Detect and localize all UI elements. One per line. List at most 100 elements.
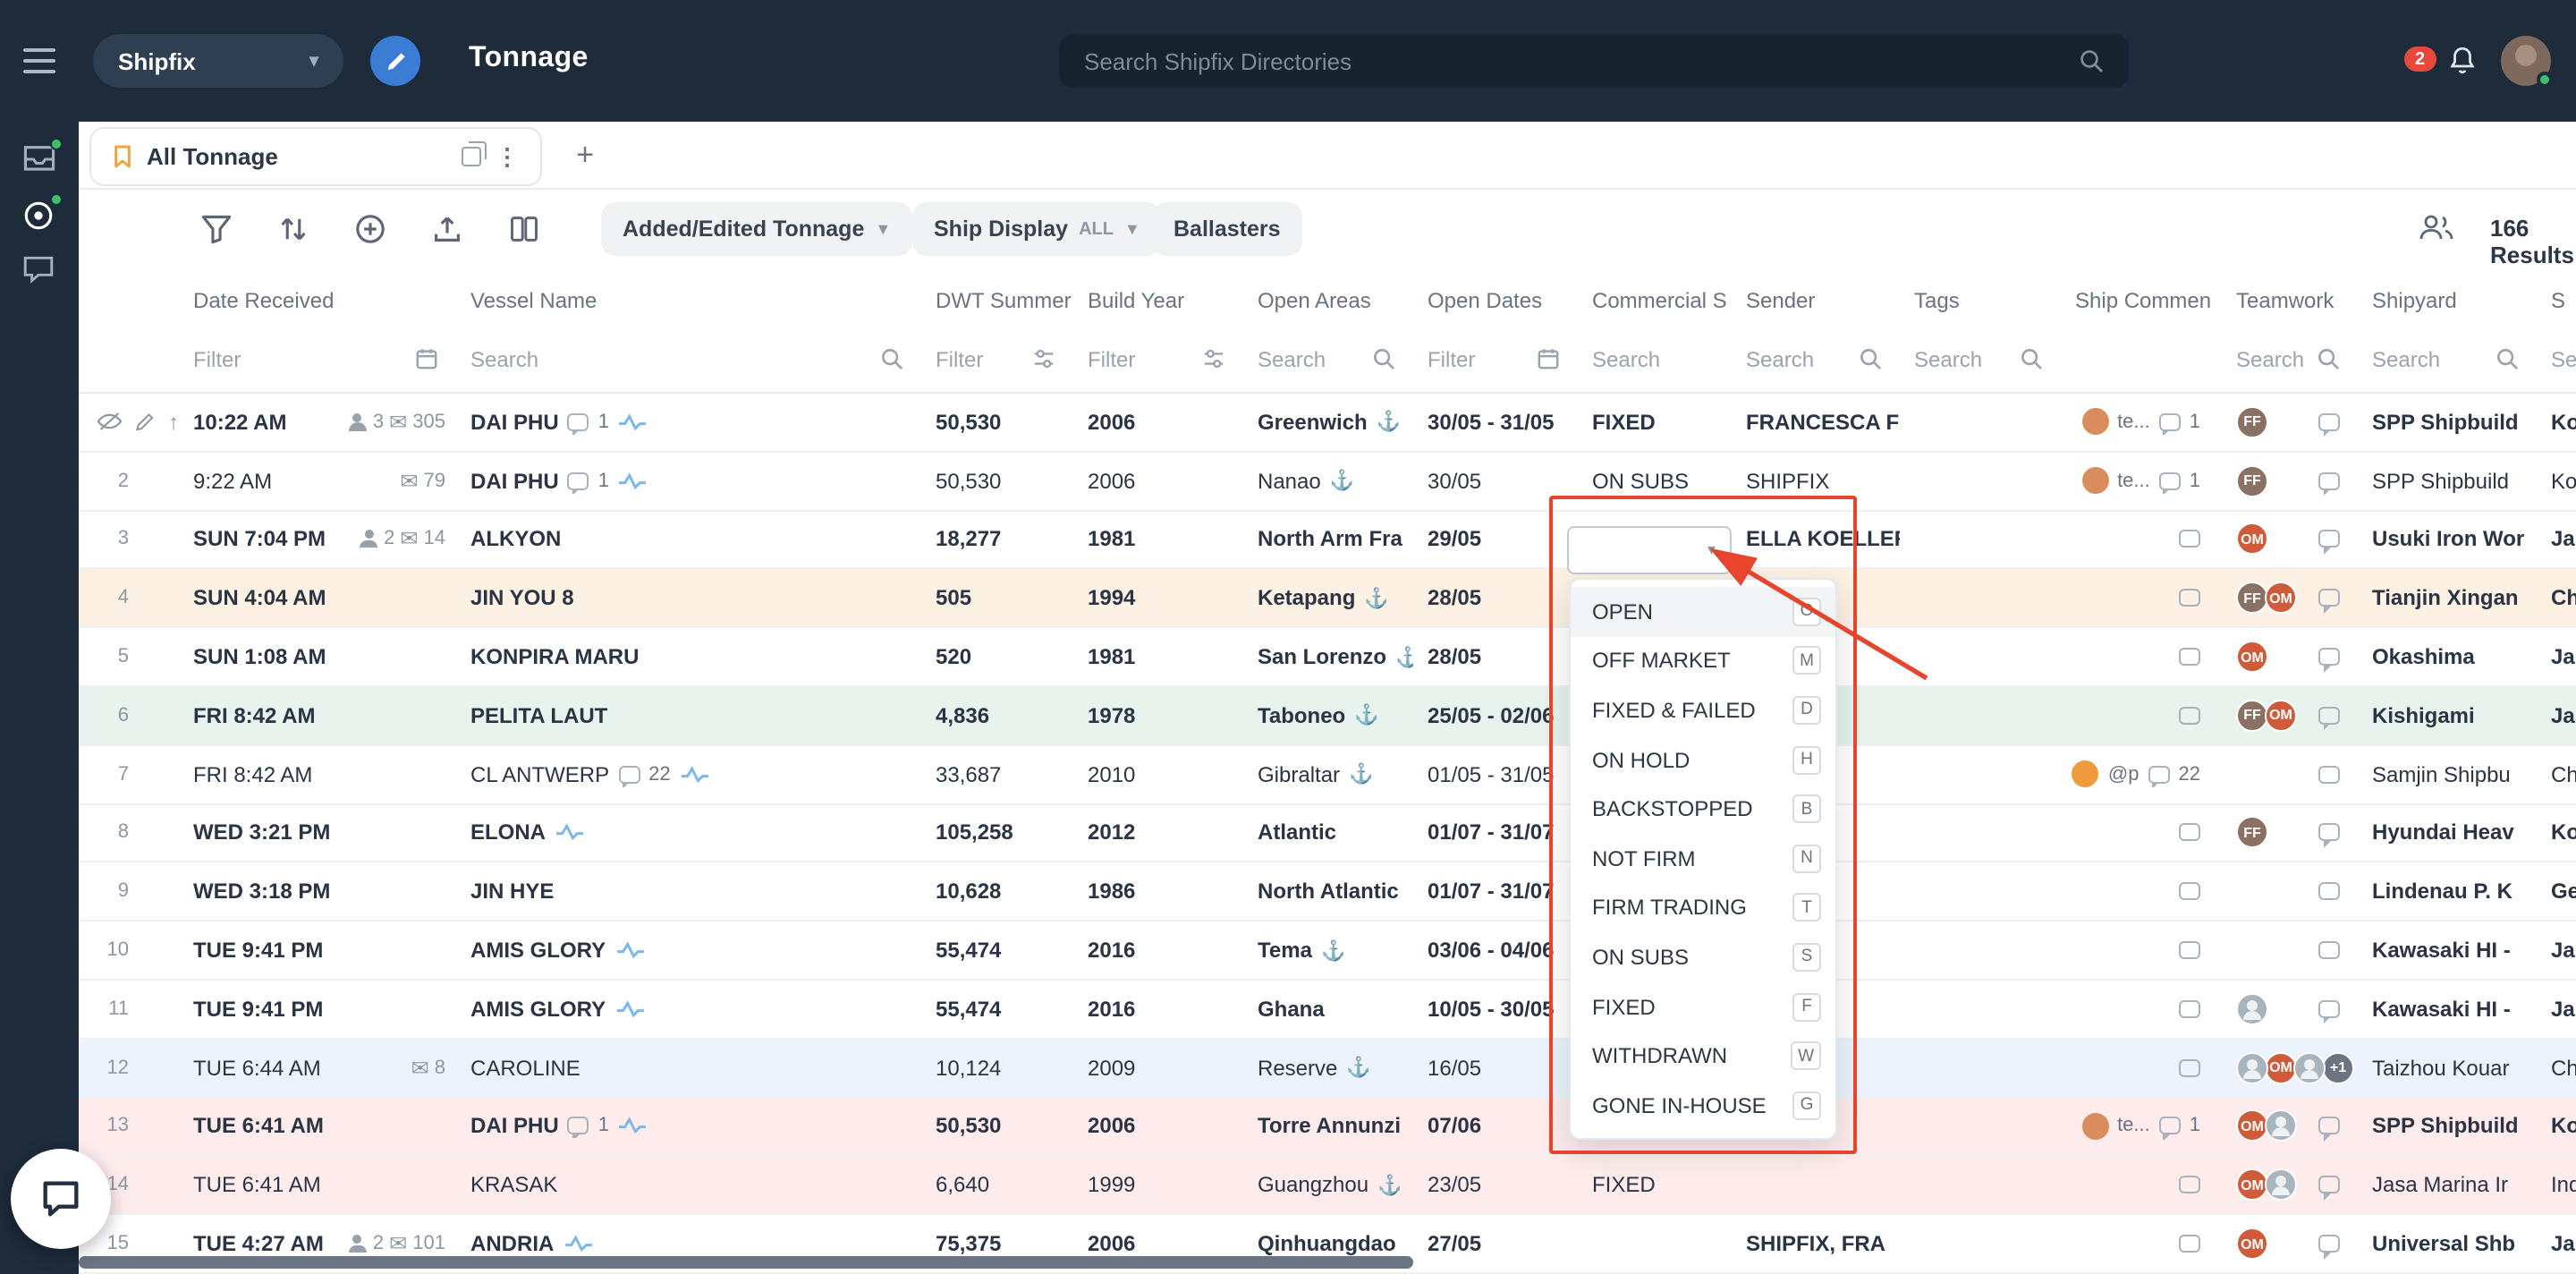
columns-icon[interactable] (508, 213, 540, 245)
filter-commercial-status[interactable]: Search (1578, 346, 1732, 371)
export-icon[interactable] (431, 213, 463, 245)
teamwork-comment-icon[interactable] (2318, 941, 2340, 959)
table-row[interactable]: 4 SUN 4:04 AM JIN YOU 8 505 1994 Ketapan… (79, 570, 2576, 629)
user-avatar[interactable] (2501, 36, 2551, 86)
horizontal-scrollbar[interactable] (79, 1256, 1413, 1269)
filter-date-received[interactable]: Filter (179, 346, 456, 371)
table-row[interactable]: 12 TUE 6:44 AM✉8 CAROLINE 10,124 2009 Re… (79, 1040, 2576, 1099)
commercial-status[interactable]: FIXED (1578, 410, 1732, 435)
table-row[interactable]: 3 SUN 7:04 PM2✉14 ALKYON 18,277 1981 Nor… (79, 511, 2576, 570)
col-ship-comments[interactable]: Ship Commen (2061, 288, 2222, 313)
table-row[interactable]: 13 TUE 6:41 AM DAI PHU1 50,530 2006 Torr… (79, 1098, 2576, 1157)
teamwork-comment-icon[interactable] (2318, 883, 2340, 901)
add-record-icon[interactable] (354, 213, 386, 245)
comment-icon[interactable] (2179, 531, 2200, 548)
comment-icon[interactable] (568, 471, 589, 489)
table-row[interactable]: 11 TUE 9:41 PM AMIS GLORY 55,474 2016 Gh… (79, 981, 2576, 1040)
hamburger-menu-icon[interactable] (23, 48, 55, 81)
comment-icon[interactable] (568, 1117, 589, 1135)
comment-icon[interactable] (2179, 590, 2200, 607)
comment-icon[interactable] (2148, 765, 2170, 783)
workspace-selector[interactable]: Shipfix ▾ (93, 34, 343, 88)
comment-icon[interactable] (2159, 471, 2181, 489)
teamwork-comment-icon[interactable] (2318, 1000, 2340, 1018)
status-option-fixed[interactable]: FIXEDF (1571, 982, 1835, 1032)
filter-tags[interactable]: Search (1900, 346, 2061, 371)
table-row[interactable]: 5 SUN 1:08 AM KONPIRA MARU 520 1981 San … (79, 628, 2576, 687)
col-build-year[interactable]: Build Year (1073, 288, 1243, 313)
col-extra[interactable]: S (2537, 288, 2576, 313)
comment-icon[interactable] (2179, 1235, 2200, 1253)
status-option-on-hold[interactable]: ON HOLDH (1571, 735, 1835, 785)
teamwork-comment-icon[interactable] (2318, 531, 2340, 548)
col-open-dates[interactable]: Open Dates (1413, 288, 1578, 313)
pin-row-icon[interactable]: ↑ (168, 410, 179, 435)
teamwork-comment-icon[interactable] (2318, 765, 2340, 783)
teamwork-comment-icon[interactable] (2318, 1235, 2340, 1253)
teamwork-comment-icon[interactable] (2318, 824, 2340, 842)
comment-icon[interactable] (2179, 1000, 2200, 1018)
table-row[interactable]: 6 FRI 8:42 AM PELITA LAUT 4,836 1978 Tab… (79, 687, 2576, 746)
teamwork-comment-icon[interactable] (2318, 1117, 2340, 1135)
sidebar-item-inbox[interactable] (21, 143, 57, 179)
sidebar-item-tonnage[interactable] (21, 199, 57, 234)
filter-shipyard[interactable]: Search (2358, 346, 2537, 371)
tab-menu-icon[interactable]: ⋮ (496, 142, 519, 171)
col-vessel-name[interactable]: Vessel Name (456, 288, 921, 313)
status-option-gone-in-house[interactable]: GONE IN-HOUSEG (1571, 1081, 1835, 1130)
comment-icon[interactable] (618, 765, 640, 783)
ballasters-button[interactable]: Ballasters (1152, 202, 1302, 256)
col-open-areas[interactable]: Open Areas (1243, 288, 1413, 313)
table-row[interactable]: 7 FRI 8:42 AM CL ANTWERP22 33,687 2010 G… (79, 746, 2576, 805)
filter-extra[interactable]: Se (2537, 346, 2576, 371)
table-row[interactable]: 2 9:22 AM✉79 DAI PHU1 50,530 2006 Nanao⚓… (79, 453, 2576, 512)
col-tags[interactable]: Tags (1900, 288, 2061, 313)
support-chat-launcher[interactable] (11, 1149, 111, 1249)
teamwork-comment-icon[interactable] (2318, 648, 2340, 666)
filter-open-dates[interactable]: Filter (1413, 346, 1578, 371)
global-search-input[interactable]: Search Shipfix Directories (1059, 34, 2129, 88)
comment-icon[interactable] (2179, 1176, 2200, 1194)
col-teamwork[interactable]: Teamwork (2222, 288, 2358, 313)
comment-icon[interactable] (568, 413, 589, 431)
comment-icon[interactable] (2179, 883, 2200, 901)
status-option-firm-trading[interactable]: FIRM TRADINGT (1571, 883, 1835, 932)
commercial-status[interactable]: ON SUBS (1578, 468, 1732, 493)
status-option-fixed-failed[interactable]: FIXED & FAILEDD (1571, 685, 1835, 735)
comment-icon[interactable] (2179, 941, 2200, 959)
bell-icon[interactable] (2447, 45, 2478, 84)
teamwork-comment-icon[interactable] (2318, 1176, 2340, 1194)
table-row[interactable]: 10 TUE 9:41 PM AMIS GLORY 55,474 2016 Te… (79, 922, 2576, 981)
filter-sender[interactable]: Search (1732, 346, 1900, 371)
compose-button[interactable] (370, 36, 420, 86)
added-edited-dropdown[interactable]: Added/Edited Tonnage ▼ (601, 202, 912, 256)
col-dwt-summer[interactable]: DWT Summer (921, 288, 1073, 313)
filter-teamwork[interactable]: Search (2222, 346, 2358, 371)
teamwork-comment-icon[interactable] (2318, 707, 2340, 725)
teamwork-comment-icon[interactable] (2318, 471, 2340, 489)
status-option-open[interactable]: OPENO (1571, 587, 1835, 636)
table-row[interactable]: ↑ 10:22 AM3✉305 DAI PHU1 50,530 2006 Gre… (79, 394, 2576, 453)
tab-all-tonnage[interactable]: All Tonnage ⋮ (89, 127, 542, 186)
duplicate-view-icon[interactable] (462, 147, 481, 166)
comment-icon[interactable] (2179, 1058, 2200, 1076)
col-shipyard[interactable]: Shipyard (2358, 288, 2537, 313)
table-row[interactable]: 9 WED 3:18 PM JIN HYE 10,628 1986 North … (79, 863, 2576, 922)
status-option-not-firm[interactable]: NOT FIRMN (1571, 834, 1835, 883)
comment-icon[interactable] (2159, 413, 2181, 431)
comment-icon[interactable] (2179, 824, 2200, 842)
comment-icon[interactable] (2159, 1117, 2181, 1135)
status-combobox-input[interactable]: ▾ (1567, 526, 1732, 574)
filter-open-areas[interactable]: Search (1243, 346, 1413, 371)
filter-vessel-name[interactable]: Search (456, 346, 921, 371)
status-option-withdrawn[interactable]: WITHDRAWNW (1571, 1032, 1835, 1081)
status-option-on-subs[interactable]: ON SUBSS (1571, 932, 1835, 981)
ship-display-dropdown[interactable]: Ship Display ALL ▼ (912, 202, 1162, 256)
hide-row-icon[interactable] (97, 412, 123, 432)
collaborators-icon[interactable] (2419, 213, 2454, 242)
col-sender[interactable]: Sender (1732, 288, 1900, 313)
teamwork-comment-icon[interactable] (2318, 413, 2340, 431)
status-option-backstopped[interactable]: BACKSTOPPEDB (1571, 785, 1835, 834)
status-option-off-market[interactable]: OFF MARKETM (1571, 636, 1835, 685)
comment-icon[interactable] (2179, 707, 2200, 725)
